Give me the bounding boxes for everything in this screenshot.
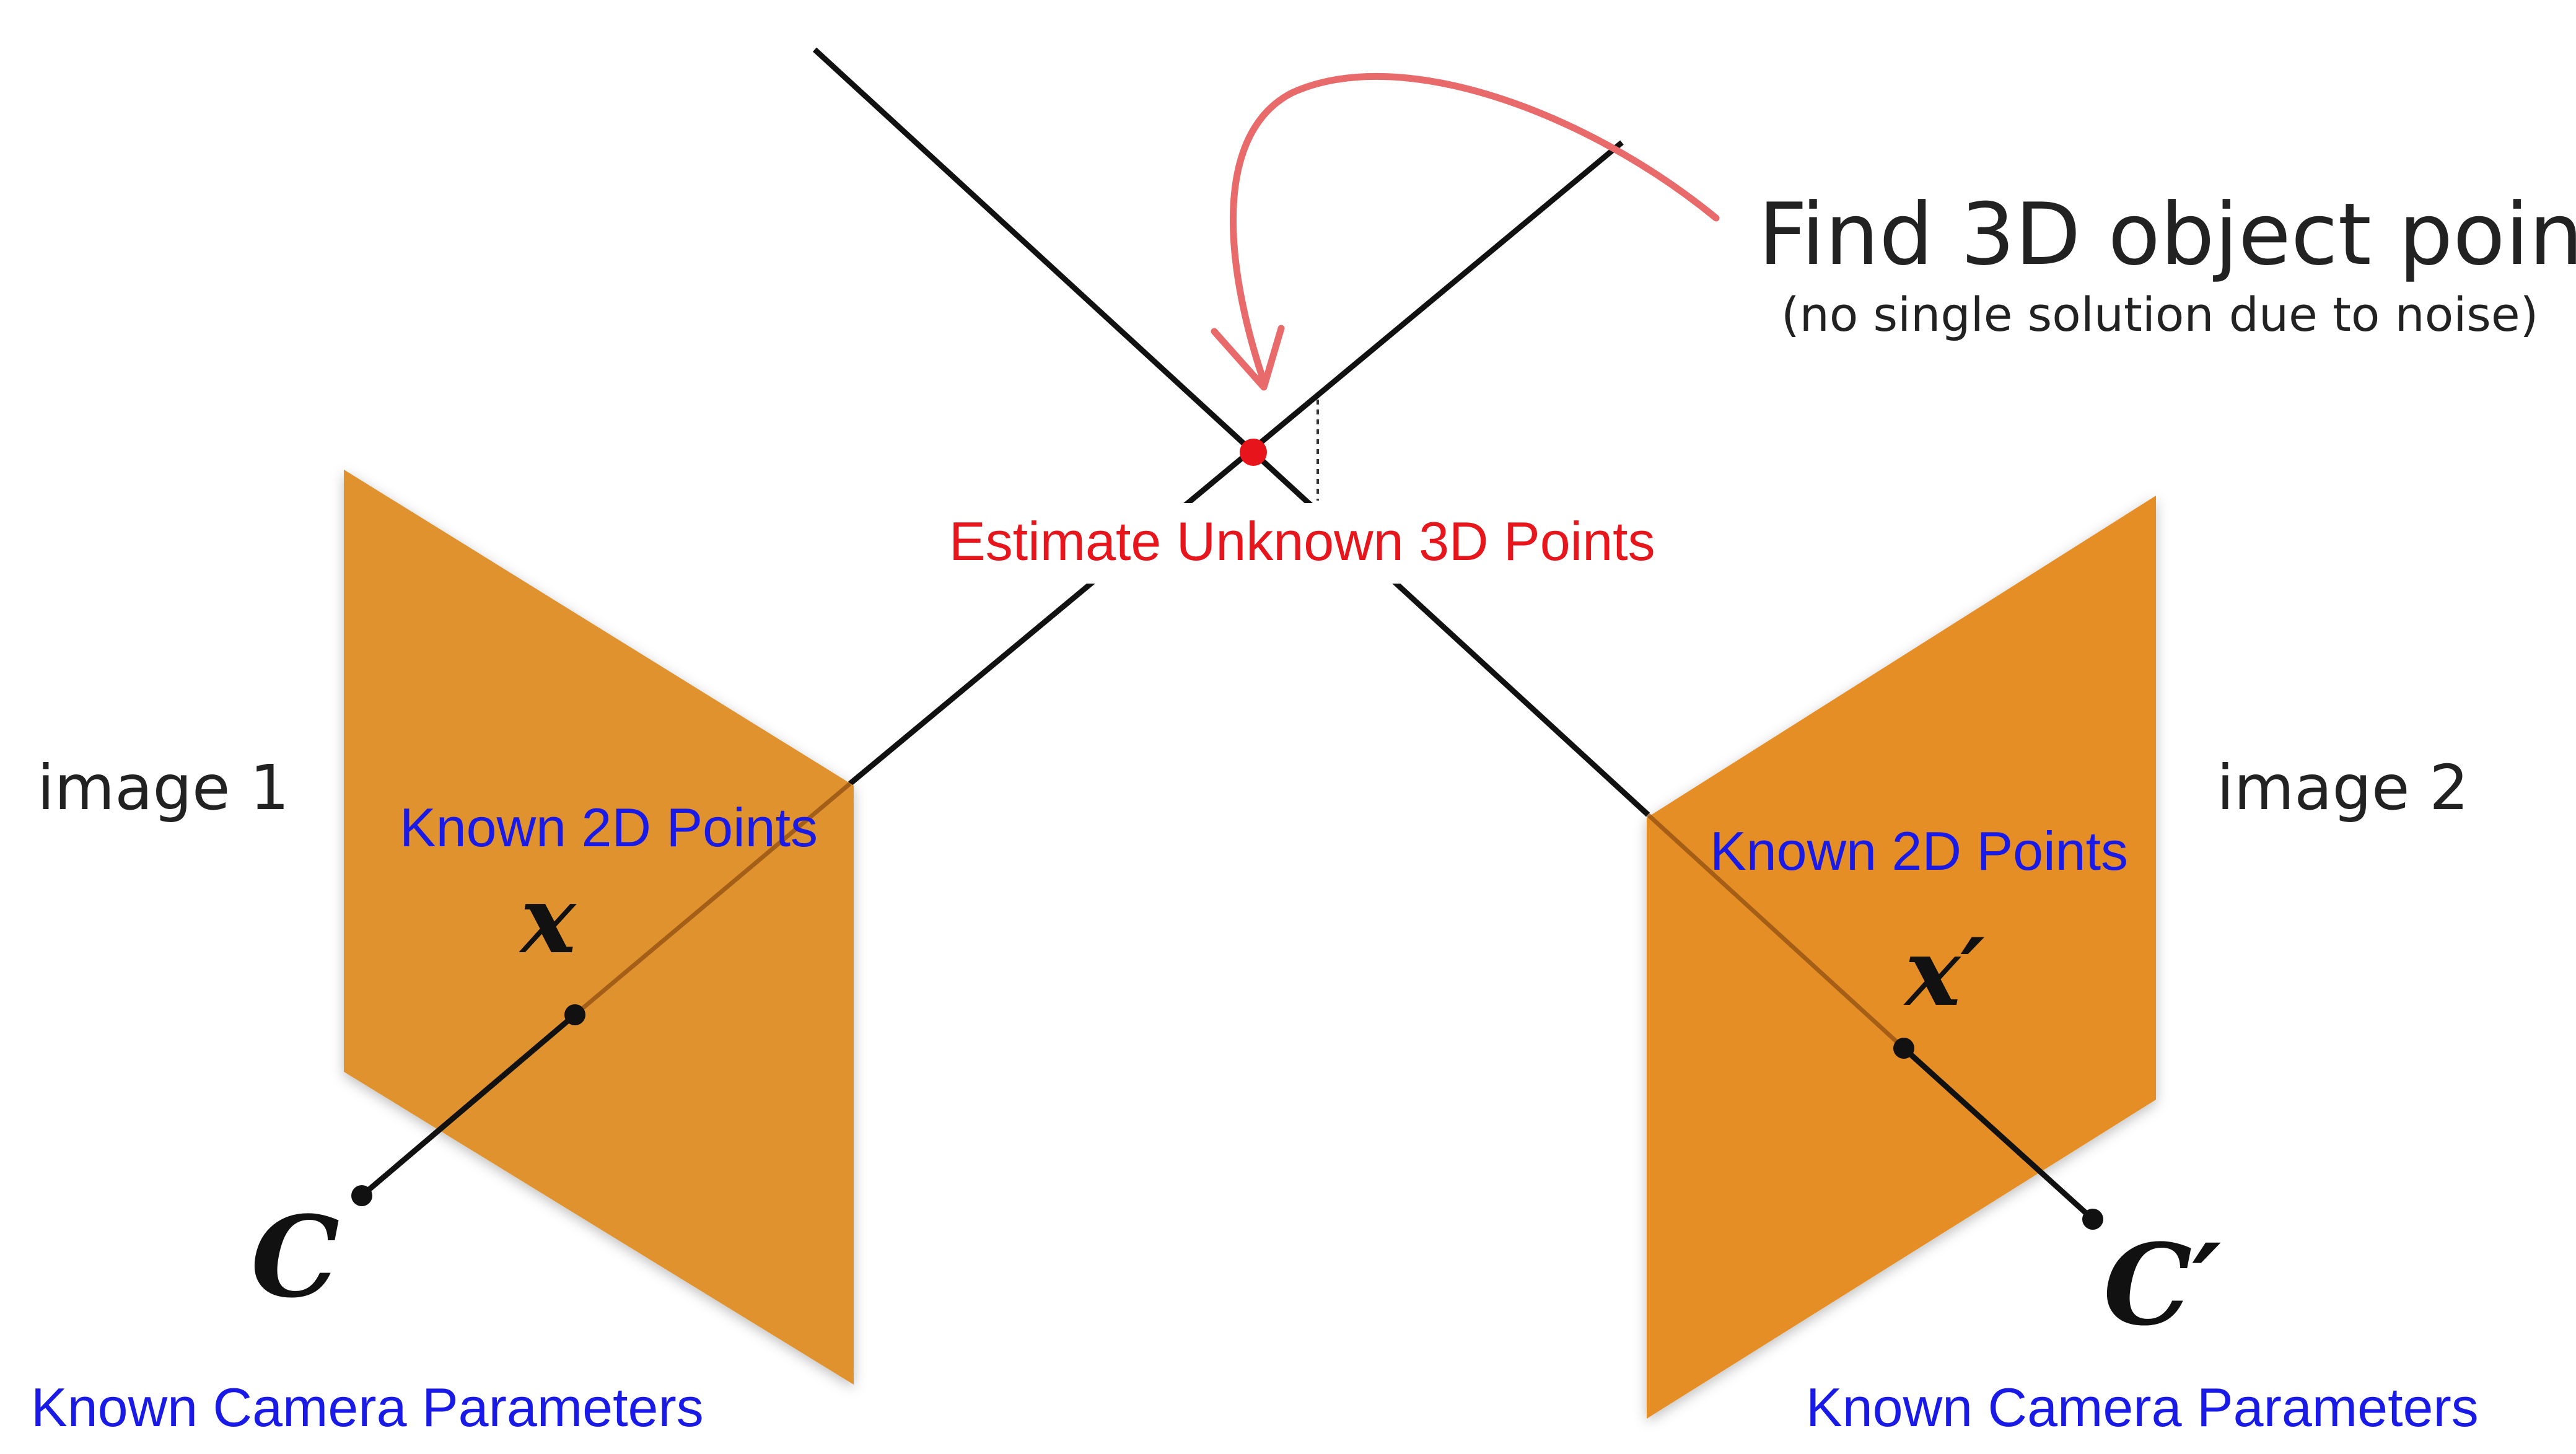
title: Find 3D object point	[1758, 185, 2576, 284]
image-plane-2	[1647, 496, 2156, 1419]
image-1-camera-label: Known Camera Parameters	[31, 1377, 704, 1438]
image-point-x-label: x	[520, 865, 576, 974]
subtitle: (no single solution due to noise)	[1781, 287, 2539, 342]
image-1-label: image 1	[37, 751, 289, 824]
estimated-3d-point	[1240, 439, 1267, 466]
image-2-points-label: Known 2D Points	[1710, 820, 2129, 882]
image-2-label: image 2	[2217, 751, 2469, 824]
ray-2-upper	[812, 47, 1650, 817]
triangulation-diagram: Find 3D object point (no single solution…	[0, 0, 2576, 1454]
camera-c-label: C	[251, 1192, 340, 1323]
image-1-points-label: Known 2D Points	[400, 797, 818, 858]
curved-arrow	[1229, 72, 1720, 382]
image-2-camera-label: Known Camera Parameters	[1806, 1377, 2479, 1438]
camera-c-prime-label: C′	[2103, 1220, 2222, 1351]
camera-center-c	[351, 1185, 372, 1206]
camera-center-c-prime	[2082, 1209, 2103, 1230]
estimate-label: Estimate Unknown 3D Points	[949, 510, 1655, 572]
image-point-x	[564, 1004, 585, 1025]
image-plane-1	[344, 470, 854, 1385]
image-point-x-prime	[1893, 1038, 1914, 1059]
image-point-x-prime-label: x′	[1905, 918, 1985, 1027]
